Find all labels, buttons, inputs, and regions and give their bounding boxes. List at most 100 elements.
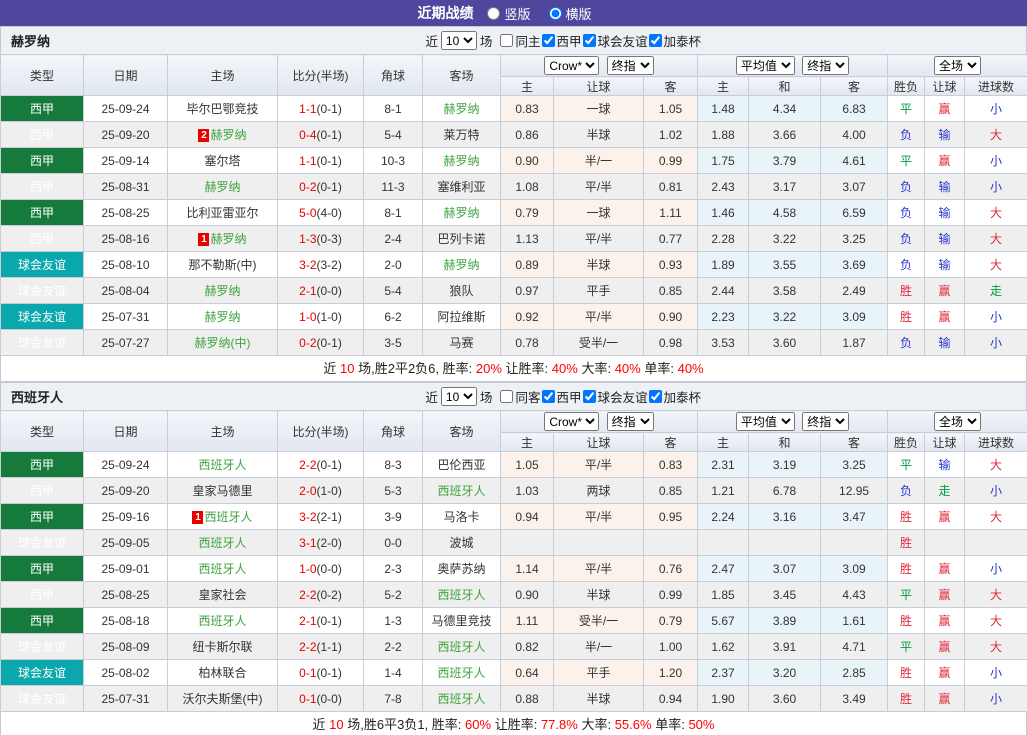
- result-handicap-cell: 输: [925, 452, 965, 478]
- bookmaker-select[interactable]: Crow*: [544, 412, 599, 431]
- result-handicap-cell: 赢: [925, 278, 965, 304]
- final-odds-select[interactable]: 终指: [607, 56, 654, 75]
- odds-away-cell: 1.00: [644, 634, 698, 660]
- final-odds-select-2[interactable]: 终指: [802, 412, 849, 431]
- filter-controls-2: 近 10 场 同客 西甲 球会友谊 加泰杯: [425, 387, 1026, 406]
- match-type-cell: 球会友谊: [1, 686, 84, 712]
- home-team-name: 西班牙人: [198, 458, 246, 472]
- summary-part: 近: [313, 717, 326, 732]
- odds-away-cell: 0.81: [644, 174, 698, 200]
- average-select[interactable]: 平均值: [736, 412, 795, 431]
- result-handicap-cell: 赢: [925, 608, 965, 634]
- match-type-cell: 西甲: [1, 148, 84, 174]
- table-row: 球会友谊 25-09-05 西班牙人 3-1(2-0) 0-0 波城 胜: [1, 530, 1027, 556]
- result-wdl-cell: 平: [888, 582, 925, 608]
- fulltime-select[interactable]: 全场: [934, 412, 981, 431]
- odds-home-cell: 0.90: [501, 582, 554, 608]
- fulltime-score: 3-2: [299, 258, 316, 272]
- match-type-cell: 球会友谊: [1, 252, 84, 278]
- away-team-cell: 塞维利亚: [423, 174, 501, 200]
- team-name-2: 西班牙人: [11, 387, 63, 406]
- vertical-layout-radio[interactable]: [487, 7, 500, 20]
- home-team-name: 比利亚雷亚尔: [186, 206, 258, 220]
- away-team-cell: 赫罗纳: [423, 200, 501, 226]
- games-unit-label: 场: [480, 387, 493, 406]
- league-checkbox[interactable]: [583, 390, 596, 403]
- games-count-select-1[interactable]: 10: [441, 31, 477, 50]
- vertical-layout-option[interactable]: 竖版: [487, 4, 530, 23]
- handicap-cell: 半球: [554, 686, 644, 712]
- home-team-cell: 塞尔塔: [168, 148, 278, 174]
- handicap-cell: 平/半: [554, 556, 644, 582]
- table-row: 球会友谊 25-07-31 沃尔夫斯堡(中) 0-1(0-0) 7-8 西班牙人…: [1, 686, 1027, 712]
- halftime-score: (0-1): [317, 128, 342, 142]
- avg-draw-cell: 3.07: [749, 556, 821, 582]
- avg-away-cell: [821, 530, 888, 556]
- date-cell: 25-09-16: [84, 504, 168, 530]
- summary-part: 10: [340, 361, 354, 376]
- odds-away-cell: 0.85: [644, 278, 698, 304]
- same-away-checkbox[interactable]: [500, 390, 513, 403]
- subheader-wdl: 胜负: [888, 433, 925, 452]
- halftime-score: (0-1): [317, 336, 342, 350]
- avg-home-cell: 3.53: [698, 330, 749, 356]
- away-team-cell: 赫罗纳: [423, 96, 501, 122]
- fulltime-score: 0-4: [299, 128, 316, 142]
- home-team-cell: 毕尔巴鄂竞技: [168, 96, 278, 122]
- horizontal-layout-option[interactable]: 横版: [549, 4, 592, 23]
- same-home-checkbox[interactable]: [500, 34, 513, 47]
- league-checkbox[interactable]: [542, 390, 555, 403]
- result-wdl-cell: 负: [888, 200, 925, 226]
- league-filter[interactable]: 加泰杯: [647, 31, 701, 50]
- summary-part: 大率:: [581, 361, 611, 376]
- avg-draw-cell: 3.19: [749, 452, 821, 478]
- result-goals-cell: 小: [965, 660, 1027, 686]
- handicap-cell: 平/半: [554, 226, 644, 252]
- final-odds-select[interactable]: 终指: [607, 412, 654, 431]
- page-title: 近期战绩: [417, 3, 473, 23]
- away-team-cell: 赫罗纳: [423, 148, 501, 174]
- bookmaker-select[interactable]: Crow*: [544, 56, 599, 75]
- avg-away-cell: 1.61: [821, 608, 888, 634]
- horizontal-layout-radio[interactable]: [549, 7, 562, 20]
- avg-away-cell: 2.85: [821, 660, 888, 686]
- result-handicap-cell: 赢: [925, 504, 965, 530]
- avg-away-cell: 3.25: [821, 226, 888, 252]
- away-team-cell: 莱万特: [423, 122, 501, 148]
- handicap-cell: 平/半: [554, 452, 644, 478]
- final-odds-select-2[interactable]: 终指: [802, 56, 849, 75]
- handicap-cell: 一球: [554, 96, 644, 122]
- summary-part: 单率:: [644, 361, 674, 376]
- result-wdl-cell: 负: [888, 330, 925, 356]
- home-team-cell: 皇家社会: [168, 582, 278, 608]
- league-checkbox[interactable]: [649, 390, 662, 403]
- away-team-cell: 马洛卡: [423, 504, 501, 530]
- corner-cell: 5-4: [364, 122, 423, 148]
- fulltime-select[interactable]: 全场: [934, 56, 981, 75]
- league-filter[interactable]: 球会友谊: [581, 31, 647, 50]
- table-row: 西甲 25-09-20 皇家马德里 2-0(1-0) 5-3 西班牙人 1.03…: [1, 478, 1027, 504]
- league-checkbox[interactable]: [542, 34, 555, 47]
- summary-bar-2: 近 10 场,胜6平3负1, 胜率: 60% 让胜率: 77.8% 大率: 55…: [0, 712, 1027, 735]
- subheader-odds-home: 主: [501, 77, 554, 96]
- corner-cell: 6-2: [364, 304, 423, 330]
- odds-home-cell: 0.97: [501, 278, 554, 304]
- same-away-label: 同客: [515, 387, 540, 406]
- corner-cell: 2-2: [364, 634, 423, 660]
- column-header-home: 主场: [168, 411, 278, 452]
- result-handicap-cell: 赢: [925, 634, 965, 660]
- home-team-name: 柏林联合: [198, 666, 246, 680]
- home-team-name: 毕尔巴鄂竞技: [186, 102, 258, 116]
- games-count-select-2[interactable]: 10: [441, 387, 477, 406]
- league-checkbox[interactable]: [583, 34, 596, 47]
- average-select[interactable]: 平均值: [736, 56, 795, 75]
- avg-draw-cell: 3.22: [749, 226, 821, 252]
- home-team-cell: 赫罗纳(中): [168, 330, 278, 356]
- league-filter[interactable]: 加泰杯: [647, 387, 701, 406]
- league-checkbox[interactable]: [649, 34, 662, 47]
- league-filter[interactable]: 西甲: [540, 387, 581, 406]
- result-handicap-cell: 赢: [925, 686, 965, 712]
- league-filter[interactable]: 西甲: [540, 31, 581, 50]
- home-team-name: 沃尔夫斯堡(中): [183, 692, 263, 706]
- league-filter[interactable]: 球会友谊: [581, 387, 647, 406]
